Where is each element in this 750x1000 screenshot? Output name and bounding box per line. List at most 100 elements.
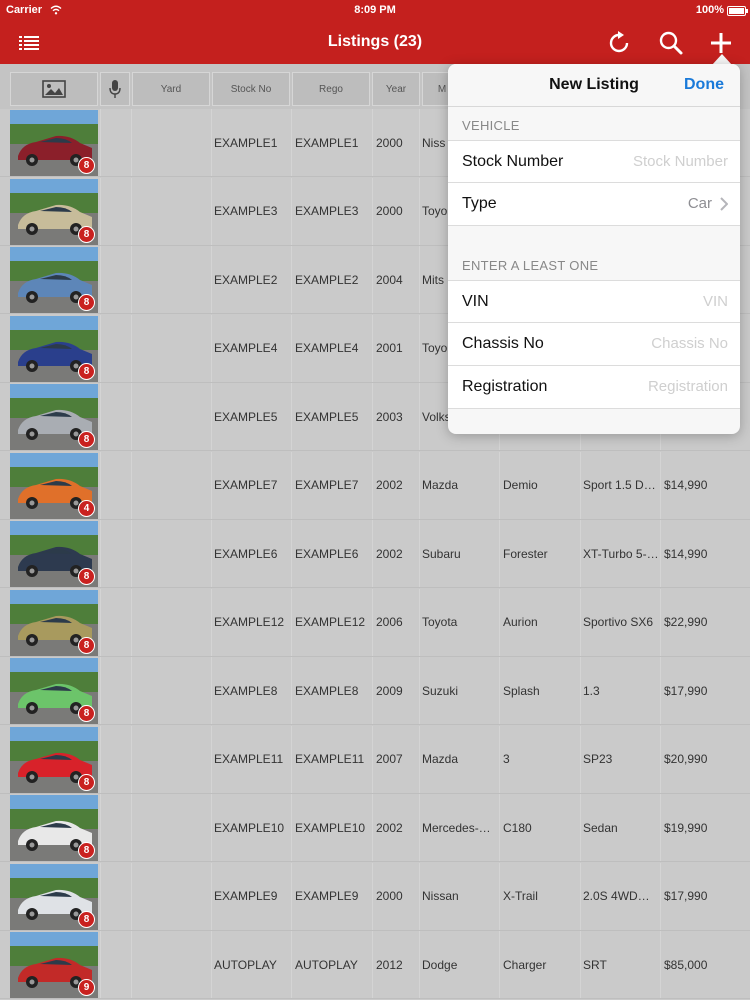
type-value: Car [687, 195, 712, 212]
rego-cell: EXAMPLE12 [295, 615, 366, 629]
table-row[interactable]: 8 EXAMPLE9 EXAMPLE9 2000 Nissan X-Trail 2.0S 4… [0, 862, 750, 931]
column-divider [211, 109, 212, 176]
year-cell: 2000 [376, 889, 403, 903]
column-divider [100, 520, 101, 587]
stock-no-cell: EXAMPLE8 [214, 683, 278, 698]
type-row[interactable]: Type Car [448, 183, 740, 226]
car-thumbnail[interactable]: 8 [10, 247, 98, 313]
rego-cell: AUTOPLAY [295, 957, 358, 972]
table-row[interactable]: 8 EXAMPLE11 EXAMPLE11 2007 Mazda 3 SP23 $20,990 [0, 725, 750, 794]
column-divider [100, 794, 101, 861]
variant-cell: Sedan [583, 820, 618, 835]
year-cell: 2001 [376, 341, 403, 355]
make-cell: Toyota [422, 615, 458, 629]
nav-bar: Listings (23) [0, 22, 750, 64]
column-divider [211, 383, 212, 450]
model-cell: Forester [503, 546, 548, 561]
column-stock-no[interactable]: Stock No [212, 72, 290, 106]
section-enter-one: ENTER A LEAST ONE [462, 258, 599, 273]
model-cell: C180 [503, 820, 532, 835]
registration-input[interactable]: Registration [648, 378, 728, 395]
car-thumbnail[interactable]: 8 [10, 589, 98, 656]
column-divider [211, 657, 212, 724]
price-cell: $14,990 [664, 478, 708, 492]
table-row[interactable]: 9 AUTOPLAY AUTOPLAY 2012 Dodge Charger SRT $85,… [0, 931, 750, 999]
photo-count-badge: 8 [78, 362, 95, 380]
column-year[interactable]: Year [372, 72, 420, 106]
table-row[interactable]: 8 EXAMPLE6 EXAMPLE6 2002 Subaru Forester XT-Tu… [0, 520, 750, 588]
make-cell: Dodge [422, 957, 458, 972]
car-thumbnail[interactable]: 8 [10, 315, 98, 382]
table-row[interactable]: 4 EXAMPLE7 EXAMPLE7 2002 Mazda Demio Sport 1.5… [0, 451, 750, 520]
price-cell: $22,990 [664, 615, 708, 629]
column-divider [211, 725, 212, 793]
column-divider [131, 862, 132, 930]
column-divider [131, 109, 132, 176]
stock-no-cell: EXAMPLE4 [214, 341, 278, 355]
chassis-input[interactable]: Chassis No [651, 335, 728, 352]
car-thumbnail[interactable]: 8 [10, 726, 98, 793]
car-thumbnail[interactable]: 8 [10, 384, 98, 450]
column-divider [131, 246, 132, 313]
photo-count-badge: 9 [78, 979, 95, 996]
rego-cell: EXAMPLE4 [295, 341, 359, 355]
column-divider [100, 588, 101, 656]
column-divider [100, 931, 101, 998]
price-cell: $19,990 [664, 820, 708, 835]
year-cell: 2002 [376, 478, 403, 492]
column-divider [100, 314, 101, 382]
variant-cell: SP23 [583, 752, 613, 766]
year-cell: 2000 [376, 135, 403, 150]
car-thumbnail[interactable]: 4 [10, 452, 98, 519]
car-thumbnail[interactable]: 8 [10, 110, 98, 176]
table-row[interactable]: 8 EXAMPLE10 EXAMPLE10 2002 Mercedes-… C180 Sed… [0, 794, 750, 862]
chassis-label: Chassis No [462, 335, 544, 352]
refresh-icon[interactable] [604, 28, 634, 58]
price-cell: $17,990 [664, 889, 708, 903]
table-row[interactable]: 8 EXAMPLE12 EXAMPLE12 2006 Toyota Aurion Sport… [0, 588, 750, 657]
chassis-row[interactable]: Chassis No Chassis No [448, 323, 740, 366]
vin-input[interactable]: VIN [703, 293, 728, 310]
column-voice[interactable] [100, 72, 130, 106]
car-thumbnail[interactable]: 9 [10, 932, 98, 998]
column-yard[interactable]: Yard [132, 72, 210, 106]
rego-cell: EXAMPLE7 [295, 478, 359, 492]
car-thumbnail[interactable]: 8 [10, 795, 98, 861]
photo-count-badge: 8 [78, 773, 95, 791]
car-thumbnail[interactable]: 8 [10, 658, 98, 724]
rego-cell: EXAMPLE10 [295, 820, 366, 835]
year-cell: 2000 [376, 204, 403, 218]
registration-row[interactable]: Registration Registration [448, 366, 740, 409]
year-cell: 2002 [376, 546, 403, 561]
variant-cell: SRT [583, 957, 607, 972]
car-thumbnail[interactable]: 8 [10, 178, 98, 245]
price-cell: $20,990 [664, 752, 708, 766]
column-rego[interactable]: Rego [292, 72, 370, 106]
rego-cell: EXAMPLE2 [295, 272, 359, 287]
section-vehicle: VEHICLE [462, 118, 520, 133]
car-thumbnail[interactable]: 8 [10, 863, 98, 930]
variant-cell: Sport 1.5 D… [583, 478, 656, 492]
rego-cell: EXAMPLE1 [295, 135, 359, 150]
battery-percent: 100% [695, 4, 724, 16]
column-photo[interactable] [10, 72, 98, 106]
variant-cell: Sportivo SX6 [583, 615, 654, 629]
car-thumbnail[interactable]: 8 [10, 521, 98, 587]
table-row[interactable]: 8 EXAMPLE8 EXAMPLE8 2009 Suzuki Splash 1.3 $17,… [0, 657, 750, 725]
vin-row[interactable]: VIN VIN [448, 280, 740, 323]
photo-count-badge: 8 [78, 842, 95, 859]
chevron-right-icon [720, 197, 728, 211]
column-divider [131, 177, 132, 245]
done-button[interactable]: Done [684, 76, 724, 94]
clock: 8:09 PM [354, 4, 396, 16]
price-cell: $14,990 [664, 546, 708, 561]
stock-number-row[interactable]: Stock Number Stock Number [448, 140, 740, 183]
price-cell: $85,000 [664, 957, 708, 972]
search-icon[interactable] [656, 28, 686, 58]
make-cell: Nissan [422, 889, 459, 903]
column-divider [211, 246, 212, 313]
column-divider [100, 383, 101, 450]
stock-number-input[interactable]: Stock Number [633, 153, 728, 170]
column-divider [131, 520, 132, 587]
rego-cell: EXAMPLE9 [295, 889, 359, 903]
